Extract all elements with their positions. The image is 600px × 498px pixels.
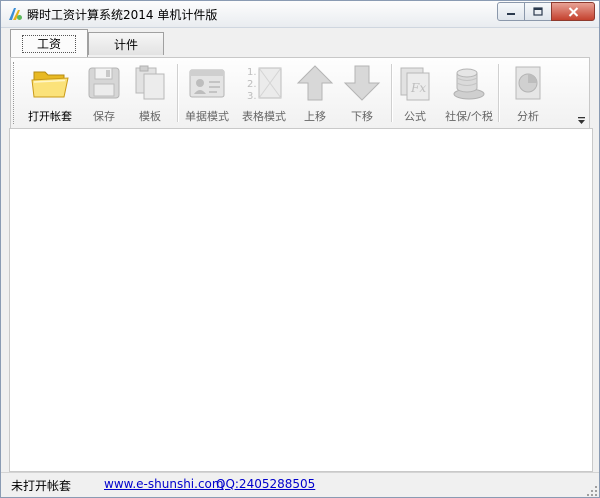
formula-fx-icon: Fx <box>400 67 430 101</box>
main-window: 瞬时工资计算系统2014 单机计件版 工资 计件 打开帐套 保存 模板 单据模式… <box>0 0 600 498</box>
svg-text:Fx: Fx <box>410 81 426 95</box>
resize-grip-icon[interactable] <box>586 485 598 497</box>
social-insurance-tax-label: 社保/个税 <box>445 110 493 123</box>
svg-text:1.: 1. <box>247 67 257 78</box>
numbered-list-icon: 1. 2. 3. <box>247 67 282 102</box>
folder-icon <box>31 71 69 98</box>
status-text: 未打开帐套 <box>11 479 72 493</box>
window-title: 瞬时工资计算系统2014 单机计件版 <box>27 8 218 22</box>
id-card-icon <box>189 69 225 98</box>
move-down-button[interactable]: 下移 <box>335 61 389 125</box>
pie-chart-icon <box>515 66 541 100</box>
analysis-button[interactable]: 分析 <box>501 61 555 125</box>
app-logo-icon <box>9 8 22 20</box>
tab-salary[interactable]: 工资 <box>10 29 88 57</box>
arrow-up-icon <box>296 65 334 101</box>
minimize-icon <box>507 12 515 15</box>
tab-piecework-label: 计件 <box>113 37 138 52</box>
open-account-button[interactable]: 打开帐套 <box>23 61 77 125</box>
caption-buttons <box>497 2 595 21</box>
form-mode-button[interactable]: 单据模式 <box>180 61 234 125</box>
tab-strip: 工资 计件 <box>1 28 599 57</box>
close-icon <box>568 6 578 17</box>
close-button[interactable] <box>551 2 595 21</box>
status-bar: 未打开帐套 www.e-shunshi.com QQ:2405288505 <box>1 472 599 497</box>
ribbon-grip[interactable] <box>13 62 16 124</box>
coin-stack-icon <box>453 68 485 100</box>
formula-button[interactable]: Fx 公式 <box>388 61 442 125</box>
title-bar[interactable]: 瞬时工资计算系统2014 单机计件版 <box>1 1 599 28</box>
main-content-area[interactable] <box>9 128 593 472</box>
ribbon-toolbar: 打开帐套 保存 模板 单据模式 1. 2. 3. 表格模式 上移 下移 Fx 公… <box>10 57 590 129</box>
svg-text:3.: 3. <box>247 91 257 102</box>
template-button[interactable]: 模板 <box>123 61 177 125</box>
social-insurance-tax-button[interactable]: 社保/个税 <box>442 61 496 125</box>
tab-piecework[interactable]: 计件 <box>88 32 164 55</box>
analysis-label: 分析 <box>517 110 539 123</box>
tab-salary-label: 工资 <box>21 34 76 53</box>
floppy-disk-icon <box>88 67 120 99</box>
qq-link[interactable]: QQ:2405288505 <box>216 477 315 491</box>
maximize-icon <box>533 7 543 16</box>
ribbon-options-icon[interactable] <box>577 117 586 125</box>
minimize-button[interactable] <box>497 2 525 21</box>
copy-documents-icon <box>135 65 165 100</box>
svg-text:2.: 2. <box>247 79 257 90</box>
maximize-button[interactable] <box>524 2 552 21</box>
website-link[interactable]: www.e-shunshi.com <box>104 477 224 491</box>
arrow-down-icon <box>343 65 381 101</box>
